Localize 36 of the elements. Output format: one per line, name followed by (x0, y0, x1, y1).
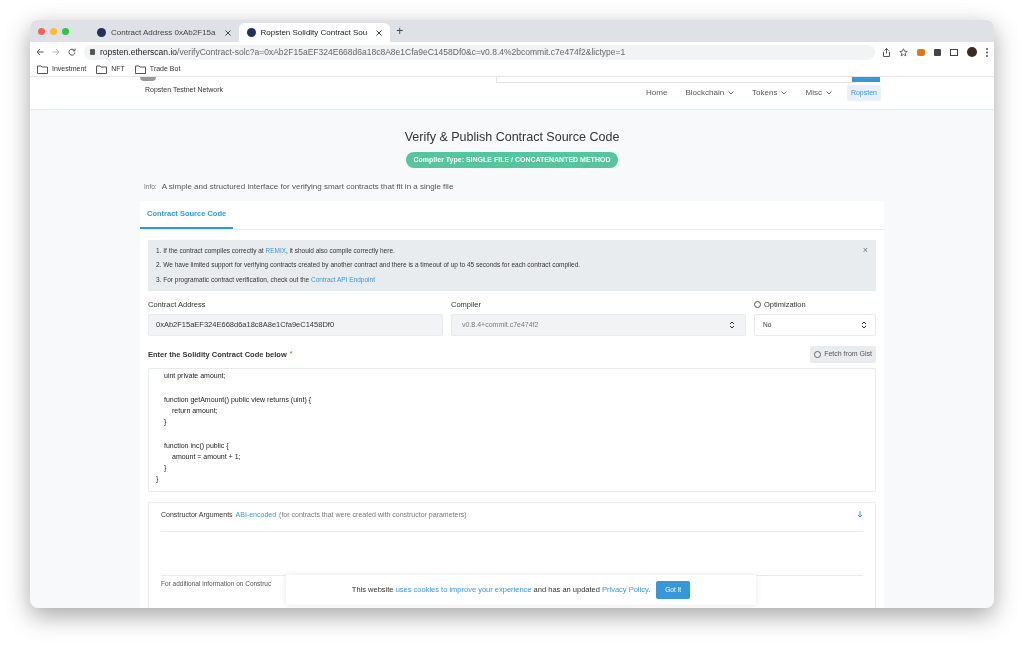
updown-icon (861, 321, 867, 329)
caret-icon (728, 91, 735, 95)
arrow-down-icon[interactable] (857, 511, 863, 519)
url-path: /verifyContract-solc?a=0xAb2F15aEF324E668d6a18c8A8e1Cfa9eC1458Df0&c=v0.8.4%2bcommit.c7e474f2&lictype=1 (177, 45, 626, 59)
browser-tab[interactable]: Ropsten Solidity Contract Sou (238, 23, 391, 42)
updown-icon (729, 321, 735, 329)
nav-link[interactable]: Tokens (752, 87, 788, 99)
star-icon[interactable] (899, 47, 908, 57)
site-icon (97, 28, 106, 37)
close-icon[interactable] (224, 29, 231, 36)
back-icon[interactable] (36, 48, 44, 56)
folder-icon (37, 64, 48, 74)
tab-title: Contract Address 0xAb2F15a (111, 26, 216, 39)
share-icon[interactable] (883, 47, 890, 57)
reload-icon[interactable] (68, 48, 76, 56)
url-host: ropsten.etherscan.io (100, 45, 178, 59)
info-text: A simple and structured interface for verifying smart contracts that fit in a single file (161, 181, 454, 194)
tab-title: Ropsten Solidity Contract Sou (260, 26, 368, 39)
close-button[interactable]: × (862, 245, 868, 285)
address-field[interactable]: ropsten.etherscan.io/verifyContract-solc?a=0xAb2F15aEF324E668d6a18c8A8e1Cfa9eC1458Df0&c=v0.8.4%2bcommit.c7e474f2&lictype=1 (84, 44, 875, 60)
new-tab-button[interactable]: + (396, 22, 404, 40)
github-icon (814, 350, 822, 358)
sidebar-icon[interactable] (950, 48, 958, 56)
nav-link[interactable]: Blockchain (685, 87, 735, 99)
page-title: Verify & Publish Contract Source Code (404, 129, 620, 146)
caret-icon (781, 91, 788, 95)
caret-icon (825, 91, 832, 95)
browser-tab[interactable]: Contract Address 0xAb2F15a (89, 23, 239, 42)
folder-icon (134, 64, 146, 74)
folder-icon (96, 64, 108, 74)
lock-icon (90, 49, 95, 55)
nav-link[interactable]: Home (646, 87, 668, 99)
site-icon (246, 28, 256, 37)
nav-link[interactable]: Misc (805, 87, 832, 99)
close-icon[interactable] (376, 29, 383, 36)
avatar-icon[interactable] (967, 47, 977, 57)
